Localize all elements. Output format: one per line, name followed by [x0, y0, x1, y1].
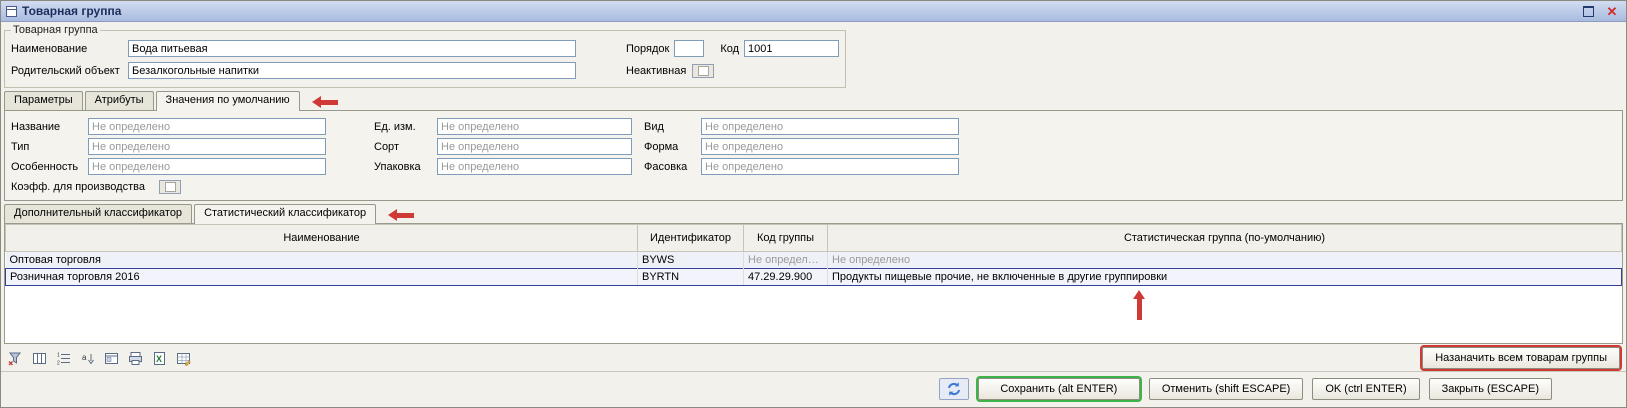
- maximize-button[interactable]: [1580, 4, 1596, 19]
- cancel-button[interactable]: Отменить (shift ESCAPE): [1149, 378, 1304, 400]
- close-window-button[interactable]: Закрыть (ESCAPE): [1429, 378, 1552, 400]
- tab-statistical-classifier[interactable]: Статистический классификатор: [194, 204, 376, 224]
- assign-all-button[interactable]: Назаначить всем товарам группы: [1422, 347, 1620, 369]
- annotation-arrow-defaults-tab-icon: [312, 96, 338, 108]
- table-header-row: Наименование Идентификатор Код группы Ст…: [6, 225, 1622, 252]
- order-label: Порядок: [626, 43, 669, 55]
- table-row-selected[interactable]: Розничная торговля 2016 BYRTN 47.29.29.9…: [6, 269, 1622, 286]
- svg-text:1: 1: [57, 352, 60, 358]
- cell-stat-group[interactable]: Не определено: [828, 252, 1622, 269]
- annotation-arrow-selected-row-icon: [1133, 290, 1145, 320]
- export-excel-icon[interactable]: X: [151, 350, 168, 366]
- nazvanie-label: Название: [11, 121, 83, 133]
- cell-stat-group[interactable]: Продукты пищевые прочие, не включенные в…: [828, 269, 1622, 286]
- print-icon[interactable]: [127, 350, 144, 366]
- tip-input[interactable]: [88, 138, 326, 155]
- cell-identifier[interactable]: BYRTN: [638, 269, 744, 286]
- checkbox-box: [165, 182, 176, 192]
- vid-label: Вид: [644, 121, 696, 133]
- window-title: Товарная группа: [22, 4, 1580, 18]
- defaults-row: Тип Сорт Форма: [11, 137, 1616, 156]
- name-input[interactable]: [128, 40, 576, 57]
- column-header-name[interactable]: Наименование: [6, 225, 638, 252]
- forma-label: Форма: [644, 141, 696, 153]
- svg-text:X: X: [156, 354, 162, 364]
- filter-icon[interactable]: [7, 350, 24, 366]
- window-controls: ✕: [1580, 4, 1622, 19]
- table-row[interactable]: Оптовая торговля BYWS Не определ… Не опр…: [6, 252, 1622, 269]
- product-group-fieldset: Товарная группа Наименование Порядок Код…: [4, 24, 846, 88]
- refresh-button[interactable]: [939, 378, 969, 400]
- svg-text:2: 2: [57, 360, 60, 366]
- parent-input[interactable]: [128, 62, 576, 79]
- cell-name[interactable]: Оптовая торговля: [6, 252, 638, 269]
- titlebar: Товарная группа ✕: [1, 1, 1626, 22]
- inactive-checkbox[interactable]: [692, 64, 714, 78]
- fasovka-label: Фасовка: [644, 161, 696, 173]
- sort-icon[interactable]: a: [79, 350, 96, 366]
- tab-additional-classifier[interactable]: Дополнительный классификатор: [4, 204, 192, 223]
- sort-label: Сорт: [374, 141, 432, 153]
- fieldset-legend: Товарная группа: [11, 24, 100, 36]
- window-icon: [5, 5, 18, 18]
- svg-text:a: a: [82, 353, 87, 362]
- defaults-row: Особенность Упаковка Фасовка: [11, 157, 1616, 176]
- column-setup-icon[interactable]: [31, 350, 48, 366]
- ed-izm-input[interactable]: [437, 118, 632, 135]
- ed-izm-label: Ед. изм.: [374, 121, 432, 133]
- vid-input[interactable]: [701, 118, 959, 135]
- forma-input[interactable]: [701, 138, 959, 155]
- default-values-panel: Название Ед. изм. Вид Тип Сорт Форма Осо…: [4, 110, 1623, 201]
- code-input[interactable]: [744, 40, 839, 57]
- code-label: Код: [720, 43, 739, 55]
- tab-parameters[interactable]: Параметры: [4, 91, 83, 110]
- grid-settings-icon[interactable]: [175, 350, 192, 366]
- coeff-checkbox[interactable]: [159, 180, 181, 194]
- footer-buttons: Сохранить (alt ENTER) Отменить (shift ES…: [1, 371, 1626, 407]
- osobennost-label: Особенность: [11, 161, 83, 173]
- refresh-icon: [946, 381, 962, 397]
- inactive-label: Неактивная: [626, 65, 686, 77]
- tab-default-values[interactable]: Значения по умолчанию: [156, 91, 300, 111]
- nazvanie-input[interactable]: [88, 118, 326, 135]
- coeff-row: Коэфф. для производства: [11, 177, 1616, 196]
- form-view-icon[interactable]: [103, 350, 120, 366]
- order-input[interactable]: [674, 40, 704, 57]
- defaults-row: Название Ед. изм. Вид: [11, 117, 1616, 136]
- classifier-table-area: Наименование Идентификатор Код группы Ст…: [4, 223, 1623, 344]
- classifier-table: Наименование Идентификатор Код группы Ст…: [5, 224, 1622, 286]
- annotation-arrow-classifier-tab-icon: [388, 209, 414, 221]
- column-header-stat-group[interactable]: Статистическая группа (по-умолчанию): [828, 225, 1622, 252]
- name-label: Наименование: [11, 43, 123, 55]
- maximize-icon: [1583, 6, 1594, 17]
- grid-actions-row: 12 a X Назаначить всем товарам группы: [1, 344, 1626, 371]
- tip-label: Тип: [11, 141, 83, 153]
- parent-label: Родительский объект: [11, 65, 123, 77]
- close-button[interactable]: ✕: [1604, 4, 1620, 19]
- cell-name[interactable]: Розничная торговля 2016: [6, 269, 638, 286]
- name-row: Наименование Порядок Код: [11, 39, 839, 58]
- coeff-label: Коэфф. для производства: [11, 181, 153, 193]
- cell-identifier[interactable]: BYWS: [638, 252, 744, 269]
- upakovka-input[interactable]: [437, 158, 632, 175]
- cell-group-code[interactable]: Не определ…: [744, 252, 828, 269]
- classifier-tabs: Дополнительный классификатор Статистичес…: [4, 204, 1626, 223]
- sort-input[interactable]: [437, 138, 632, 155]
- grid-toolbar: 12 a X: [7, 350, 192, 366]
- upakovka-label: Упаковка: [374, 161, 432, 173]
- save-button[interactable]: Сохранить (alt ENTER): [978, 378, 1140, 400]
- column-header-group-code[interactable]: Код группы: [744, 225, 828, 252]
- checkbox-box: [698, 66, 709, 76]
- main-tabs: Параметры Атрибуты Значения по умолчанию: [4, 91, 1626, 110]
- column-header-identifier[interactable]: Идентификатор: [638, 225, 744, 252]
- numbered-list-icon[interactable]: 12: [55, 350, 72, 366]
- parent-row: Родительский объект Неактивная: [11, 61, 839, 80]
- osobennost-input[interactable]: [88, 158, 326, 175]
- cell-group-code[interactable]: 47.29.29.900: [744, 269, 828, 286]
- fasovka-input[interactable]: [701, 158, 959, 175]
- ok-button[interactable]: OK (ctrl ENTER): [1312, 378, 1419, 400]
- close-icon: ✕: [1607, 5, 1618, 18]
- tab-attributes[interactable]: Атрибуты: [85, 91, 154, 110]
- product-group-window: Товарная группа ✕ Товарная группа Наимен…: [0, 0, 1627, 408]
